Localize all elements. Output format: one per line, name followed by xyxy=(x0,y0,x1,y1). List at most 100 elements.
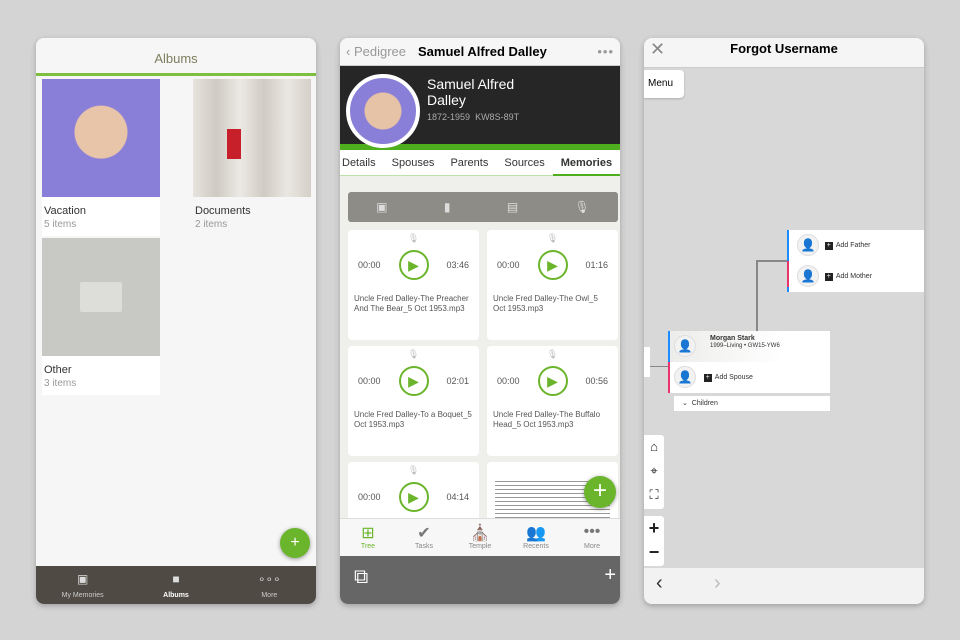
person-name: Morgan Stark xyxy=(710,335,755,342)
back-label: Pedigree xyxy=(353,44,406,59)
plus-icon: + xyxy=(703,373,712,382)
memories-icon: ▣ xyxy=(76,572,89,586)
add-father-card[interactable]: 👤 + Add Father 👤 + Add Mother xyxy=(787,230,924,292)
albums-title: Albums xyxy=(36,38,316,76)
audio-memory-card[interactable]: 🎙 00:00 ▶ 03:46 Uncle Fred Dalley-The Preach… xyxy=(348,230,479,340)
albums-screen: Albums Vacation 5 items Documents 2 item… xyxy=(36,38,316,604)
stories-icon[interactable]: ▮ xyxy=(444,200,451,214)
person-placeholder-icon: 👤 xyxy=(674,335,696,357)
more-icon: ∘∘∘ xyxy=(258,572,281,586)
nav-controls: ⌂ ⌖ ⛶ xyxy=(644,435,664,509)
children-toggle[interactable]: ⌄ Children xyxy=(674,396,830,411)
play-button[interactable]: ▶ xyxy=(537,250,568,280)
album-other[interactable]: Other 3 items xyxy=(42,238,160,395)
plus-icon: + xyxy=(824,272,833,281)
play-button[interactable]: ▶ xyxy=(398,250,429,280)
person-dates: 1872-1959 xyxy=(427,112,471,122)
person-id: KW8S-89T xyxy=(475,112,520,122)
zoom-in-icon[interactable]: + xyxy=(644,516,664,540)
microphone-icon[interactable]: 🎙 xyxy=(575,200,590,214)
folder-icon xyxy=(42,238,160,356)
microphone-icon: 🎙 xyxy=(407,465,420,475)
new-tab-icon[interactable]: + xyxy=(604,564,616,587)
tab-label: Albums xyxy=(163,592,189,599)
plus-icon: + xyxy=(824,241,833,250)
tab-label: Tasks xyxy=(415,543,433,550)
zoom-out-icon[interactable]: − xyxy=(644,540,664,564)
more-icon[interactable]: ••• xyxy=(597,44,614,59)
photos-icon[interactable]: ▣ xyxy=(376,200,387,214)
audio-memory-card[interactable]: 🎙 00:00 ▶ 00:56 Uncle Fred Dalley-The Buffal… xyxy=(487,346,618,456)
add-mother-card[interactable]: 👤 + Add Mother xyxy=(787,261,924,287)
end-time: 01:16 xyxy=(585,260,608,270)
person-card[interactable]: 👤 Morgan Stark 1999–Living • GW15-YW6 👤 + A… xyxy=(668,331,830,393)
tab-label: Recents xyxy=(523,543,549,550)
add-album-button[interactable]: + xyxy=(280,528,310,558)
audio-memory-card[interactable]: 🎙 00:00 ▶ 01:16 Uncle Fred Dalley-The Owl_5 … xyxy=(487,230,618,340)
home-icon[interactable]: ⌂ xyxy=(644,435,664,459)
add-father-label: Add Father xyxy=(835,241,871,249)
close-icon[interactable]: ✕ xyxy=(650,38,665,60)
album-count: 5 items xyxy=(44,219,77,230)
tab-label: More xyxy=(261,592,278,599)
browser-toolbar: ‹ › xyxy=(644,568,924,604)
microphone-icon: 🎙 xyxy=(407,233,420,243)
connector-line xyxy=(650,366,670,367)
nav-bar: ✕ Forgot Username xyxy=(644,38,924,68)
memory-filename: Uncle Fred Dalley-The Buffalo Head_5 Oct… xyxy=(493,410,601,429)
tab-more[interactable]: ∘∘∘ More xyxy=(223,566,316,604)
audio-memory-card[interactable]: 🎙 00:00 ▶ 02:01 Uncle Fred Dalley-To a Boque… xyxy=(348,346,479,456)
play-button[interactable]: ▶ xyxy=(398,482,429,512)
album-name: Vacation xyxy=(44,205,86,217)
bottom-tab-bar: ▣ My Memories ■ Albums ∘∘∘ More xyxy=(36,566,316,604)
person-screen: ‹ Pedigree Samuel Alfred Dalley ••• Samu… xyxy=(340,38,620,604)
connector-line xyxy=(756,260,788,262)
check-icon: ✔ xyxy=(417,525,431,542)
add-memory-button[interactable]: + xyxy=(584,476,616,508)
memory-filter-bar: ▣ ▮ ▤ 🎙 xyxy=(348,192,618,222)
tab-parents[interactable]: Parents xyxy=(442,157,496,169)
album-vacation[interactable]: Vacation 5 items xyxy=(42,79,160,236)
page-title: Samuel Alfred Dalley xyxy=(418,44,547,59)
temple-icon: ⛪ xyxy=(470,525,490,542)
tabs-icon[interactable]: ⧉ xyxy=(354,566,368,589)
tree-screen: ✕ Forgot Username Menu 👤 + Add Father 👤 +… xyxy=(644,38,924,604)
tab-temple[interactable]: ⛪ Temple xyxy=(452,519,508,556)
connector-line xyxy=(756,260,758,332)
back-icon[interactable]: ‹ xyxy=(656,572,663,595)
people-icon: 👥 xyxy=(526,525,546,542)
menu-button[interactable]: Menu xyxy=(644,70,684,98)
person-placeholder-icon: 👤 xyxy=(797,234,819,256)
back-button[interactable]: ‹ Pedigree xyxy=(346,44,406,59)
microphone-icon: 🎙 xyxy=(407,349,420,359)
tab-my-memories[interactable]: ▣ My Memories xyxy=(36,566,129,604)
play-button[interactable]: ▶ xyxy=(537,366,568,396)
tab-memories[interactable]: Memories xyxy=(552,157,620,176)
tab-sources[interactable]: Sources xyxy=(496,157,552,169)
forward-icon[interactable]: › xyxy=(714,572,721,595)
fit-screen-icon[interactable]: ⛶ xyxy=(644,483,664,507)
tab-spouses[interactable]: Spouses xyxy=(384,157,443,169)
memory-filename: Uncle Fred Dalley-The Owl_5 Oct 1953.mp3 xyxy=(493,294,598,313)
tab-label: More xyxy=(584,543,600,550)
collapse-handle[interactable] xyxy=(644,347,650,377)
tab-recents[interactable]: 👥 Recents xyxy=(508,519,564,556)
add-spouse-card[interactable]: 👤 + Add Spouse xyxy=(668,362,830,393)
tab-more[interactable]: ••• More xyxy=(564,519,620,556)
tab-details[interactable]: Details xyxy=(340,157,384,169)
locate-icon[interactable]: ⌖ xyxy=(644,459,664,483)
tab-albums[interactable]: ■ Albums xyxy=(129,566,222,604)
album-count: 2 items xyxy=(195,219,228,230)
tab-tree[interactable]: ⊞ Tree xyxy=(340,519,396,556)
tab-tasks[interactable]: ✔ Tasks xyxy=(396,519,452,556)
person-name: Dalley xyxy=(427,92,466,108)
album-documents[interactable]: Documents 2 items xyxy=(193,79,311,236)
play-button[interactable]: ▶ xyxy=(398,366,429,396)
start-time: 00:00 xyxy=(497,376,520,386)
tab-label: Temple xyxy=(468,543,492,550)
avatar xyxy=(346,74,420,148)
documents-icon[interactable]: ▤ xyxy=(507,200,518,214)
person-tabs: Details Spouses Parents Sources Memories xyxy=(340,150,620,176)
tab-label: My Memories xyxy=(61,592,104,599)
nav-bar: ‹ Pedigree Samuel Alfred Dalley ••• xyxy=(340,38,620,66)
